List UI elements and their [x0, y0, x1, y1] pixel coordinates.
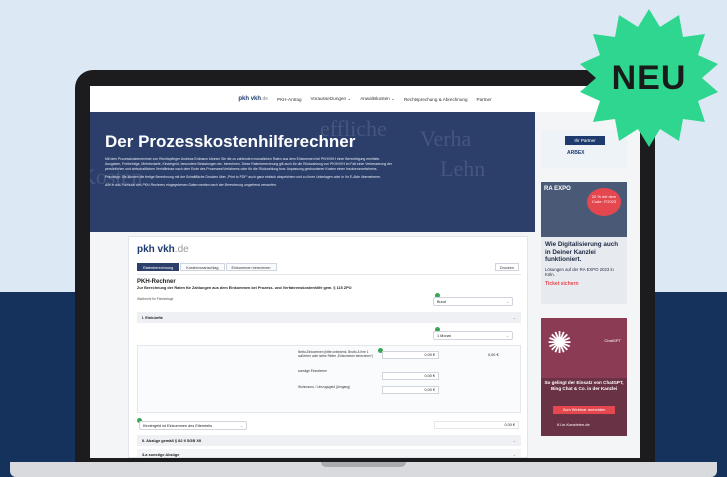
- ra-expo-cta[interactable]: Ticket sichern: [545, 281, 623, 287]
- net-income-input[interactable]: 0,00 €: [382, 351, 439, 359]
- tab-kostenvoranschlag[interactable]: Kostenvoranschlag: [180, 263, 225, 271]
- ai-webinar-image: ✺ ChatGPT: [541, 318, 627, 378]
- kindergeld-amount: 0,00 €: [434, 421, 519, 429]
- section-sonstige-abzuege[interactable]: 3.a sonstige Abzüge ⌄: [137, 449, 521, 457]
- hero-banner: effliche Verha Kosten Lehn Der Prozessko…: [90, 112, 535, 232]
- calculator-title: PKH-Rechner: [137, 279, 176, 285]
- state-select[interactable]: Bund ⌄: [433, 297, 513, 306]
- nav-item-rechtsprechung[interactable]: Rechtsprechung & Abrechnung: [404, 97, 468, 102]
- new-badge: NEU: [578, 7, 720, 149]
- chevron-down-icon: ⌄: [512, 452, 516, 457]
- chevron-down-icon: ⌄: [239, 424, 243, 428]
- print-button[interactable]: Drucken: [494, 263, 519, 271]
- ra-expo-image: RA EXPO 20 % mit dem Code: IT2023: [541, 182, 627, 237]
- tab-einkommen-berechnen[interactable]: Einkommen berechnen: [225, 263, 277, 271]
- hero-privacy-note: Alle in das Formular des PKH-Rechners ei…: [105, 183, 277, 187]
- page-title: Der Prozesskostenhilferechner: [105, 132, 356, 151]
- other-income-input[interactable]: 0,00 €: [382, 372, 439, 380]
- laptop-screen: pkh vkh.de PKH-Antrag Voraussetzungen ⌄ …: [90, 86, 640, 458]
- ai-webinar-ad[interactable]: ✺ ChatGPT So gelingt der Einsatz von Cha…: [541, 318, 627, 436]
- ai-webinar-footer: KI-in-Kanzleien.de: [557, 422, 590, 427]
- partner-label-text: Wahlrecht für Partnertage: [137, 297, 174, 301]
- chevron-down-icon: ⌄: [505, 334, 509, 338]
- nav-item-pkh-antrag[interactable]: PKH-Antrag: [277, 97, 302, 102]
- divider: [137, 274, 521, 275]
- ai-webinar-small-label: ChatGPT: [604, 338, 621, 343]
- ra-expo-logo: RA EXPO: [544, 186, 571, 192]
- net-income-total: 0,00 €: [488, 353, 499, 357]
- section-einkuenfte[interactable]: I. Einkünfte ⌄: [137, 312, 521, 323]
- openai-icon: ✺: [547, 327, 573, 360]
- ai-webinar-headline: So gelingt der Einsatz von ChatGPT, Bing…: [544, 380, 624, 391]
- nav-item-anwaltskosten[interactable]: Anwaltskosten ⌄: [360, 96, 395, 102]
- new-badge-label: NEU: [611, 59, 687, 97]
- calculator-brand-logo: pkh vkh.de: [137, 244, 189, 255]
- calculator-tabs: Ratenberechnung Kostenvoranschlag Einkom…: [137, 263, 277, 271]
- period-select[interactable]: 1 Monat ⌄: [433, 331, 513, 340]
- section-abzuege[interactable]: II. Abzüge gemäß § 82 II SGB XII ⌄: [137, 435, 521, 446]
- site-logo[interactable]: pkh vkh.de: [238, 96, 268, 102]
- other-income-label: sonstige Einnahmen: [298, 369, 327, 373]
- ra-expo-headline: Wie Digitalisierung auch in Deiner Kanzl…: [545, 241, 619, 263]
- ra-expo-text-block: Wie Digitalisierung auch in Deiner Kanzl…: [541, 237, 627, 304]
- nav-item-partner[interactable]: Partner: [477, 97, 492, 102]
- tab-ratenberechnung[interactable]: Ratenberechnung: [137, 263, 180, 271]
- ra-expo-subline: Lösungen auf der RA EXPO 2023 in Köln.: [545, 266, 614, 278]
- housing-benefit-label: Wohnraum- / Umzugsgeld (Umgang): [298, 385, 351, 389]
- calculator-subtitle: Zur Berechnung der Raten für Zahlungen a…: [137, 286, 352, 290]
- ai-webinar-cta-button[interactable]: Zum Webinar anmelden: [553, 406, 615, 414]
- partner-logo: ARBEX: [567, 150, 585, 156]
- housing-benefit-input[interactable]: 0,00 €: [382, 386, 439, 394]
- hero-tip-text: Praxistipp: Sie können die fertige Berec…: [105, 175, 381, 179]
- kindergeld-select[interactable]: Kindergeld ist Einkommen des Elternteils…: [139, 421, 247, 430]
- income-fields-panel: Netto-Einkommen (bitte unbedenk. Brutto …: [137, 345, 521, 413]
- pkh-calculator-card: pkh vkh.de Ratenberechnung Kostenvoransc…: [128, 236, 528, 458]
- hero-watermark-text: Lehn: [440, 156, 486, 181]
- top-navigation: pkh vkh.de PKH-Antrag Voraussetzungen ⌄ …: [90, 86, 640, 112]
- nav-item-voraussetzungen[interactable]: Voraussetzungen ⌄: [311, 96, 352, 102]
- chevron-down-icon: ⌄: [512, 438, 516, 443]
- chevron-down-icon: ⌄: [512, 315, 516, 320]
- net-income-label: Netto-Einkommen (bitte unbedenk. Brutto …: [298, 350, 373, 358]
- hero-intro-text: Mit dem Prozesskostenrechner von Rechtsp…: [105, 157, 393, 171]
- ra-expo-ad[interactable]: RA EXPO 20 % mit dem Code: IT2023 Wie Di…: [541, 182, 627, 304]
- ra-expo-discount-badge: 20 % mit dem Code: IT2023: [587, 188, 621, 216]
- laptop-notch: [321, 462, 406, 467]
- chevron-down-icon: ⌄: [505, 300, 509, 304]
